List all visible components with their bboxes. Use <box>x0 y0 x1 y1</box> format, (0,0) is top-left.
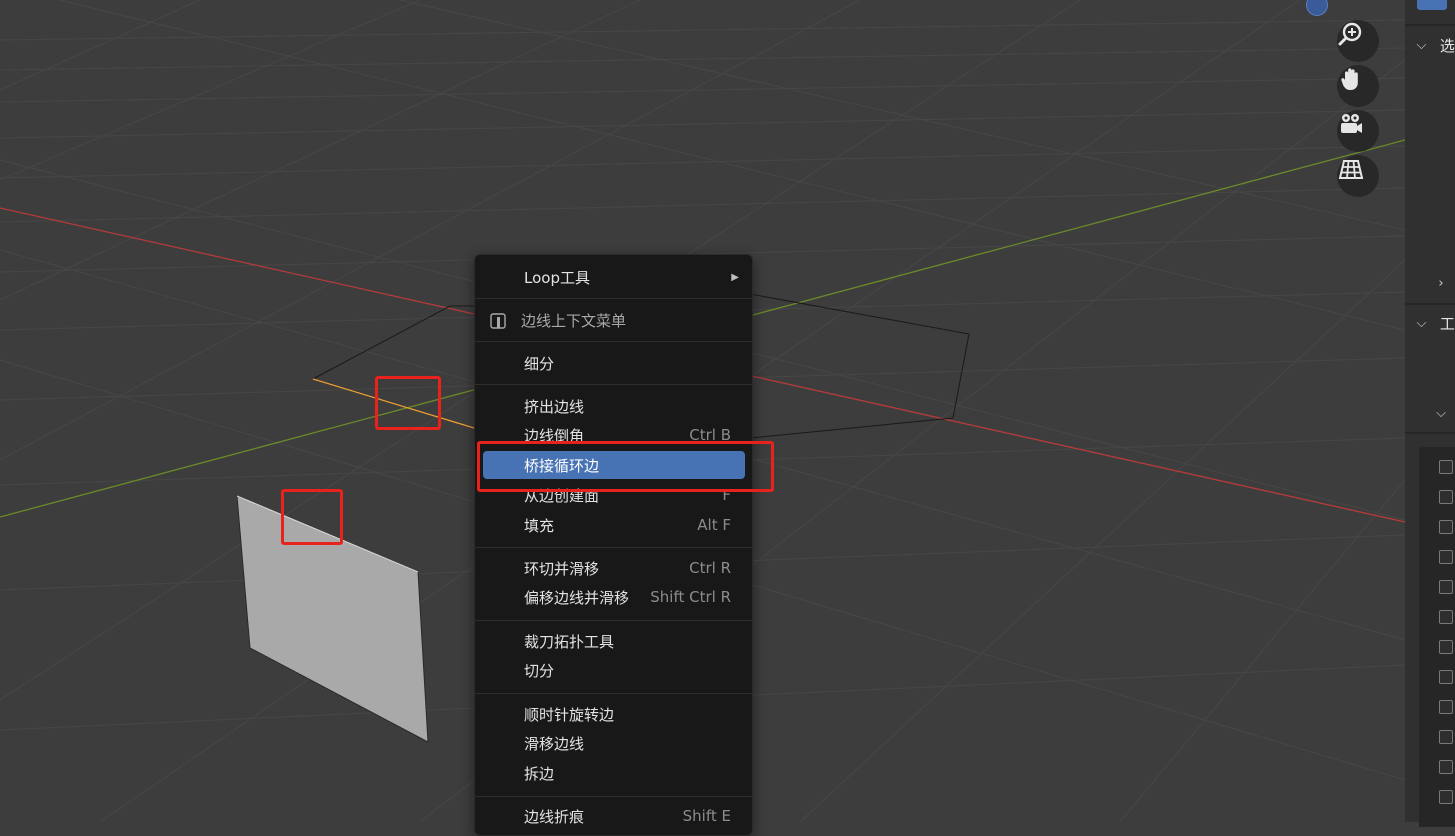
checkbox[interactable] <box>1439 610 1453 624</box>
menu-item-offset-edge-slide[interactable]: 偏移边线并滑移 Shift Ctrl R <box>483 583 745 611</box>
menu-separator <box>475 693 752 694</box>
chevron-down-icon: ⌵ <box>1436 405 1446 421</box>
highlight-box-plane <box>281 489 343 545</box>
menu-item-knife-topology[interactable]: 裁刀拓扑工具 <box>483 627 745 655</box>
menu-item-label: 填充 <box>524 516 555 535</box>
checkbox[interactable] <box>1439 520 1453 534</box>
sidebar-divider <box>1405 303 1455 305</box>
edge-context-menu: Loop工具 ▶ 边线上下文菜单 细分 挤出边线 边线倒角 Ctrl B 桥接循… <box>474 254 753 836</box>
camera-button[interactable] <box>1337 110 1379 152</box>
sidebar-tab[interactable] <box>1417 0 1447 10</box>
edge-menu-icon <box>490 313 506 329</box>
section-header-options[interactable]: ⌵ 选项 <box>1405 32 1455 58</box>
chevron-down-icon: ⌵ <box>1416 37 1427 53</box>
menu-item-shortcut: Shift Ctrl R <box>650 588 731 606</box>
menu-item-label: 边线上下文菜单 <box>521 311 627 330</box>
menu-item-label: 细分 <box>524 354 555 373</box>
menu-item-rotate-edge-cw[interactable]: 顺时针旋转边 <box>483 700 745 728</box>
checkbox[interactable] <box>1439 760 1453 774</box>
checkbox[interactable] <box>1439 550 1453 564</box>
menu-separator <box>475 547 752 548</box>
loop-edge-left[interactable] <box>312 305 474 380</box>
checkbox[interactable] <box>1439 700 1453 714</box>
menu-item-extrude-edges[interactable]: 挤出边线 <box>483 392 745 420</box>
hand-icon <box>1341 68 1358 90</box>
menu-item-label: 拆边 <box>524 764 555 783</box>
menu-item-shortcut: Ctrl R <box>689 559 731 577</box>
menu-item-label: 顺时针旋转边 <box>524 705 615 724</box>
menu-item-loop-cut-slide[interactable]: 环切并滑移 Ctrl R <box>483 554 745 582</box>
menu-item-label: 挤出边线 <box>524 397 585 416</box>
ortho-toggle-button[interactable] <box>1337 155 1379 197</box>
zoom-button[interactable] <box>1337 20 1379 62</box>
menu-separator <box>475 384 752 385</box>
menu-item-edge-crease[interactable]: 边线折痕 Shift E <box>483 802 745 830</box>
checkbox[interactable] <box>1439 460 1453 474</box>
submenu-arrow-icon: ▶ <box>731 271 739 283</box>
menu-separator <box>475 796 752 797</box>
menu-separator <box>475 620 752 621</box>
chevron-down-icon: ⌵ <box>1416 315 1427 331</box>
menu-item-bisect[interactable]: 切分 <box>483 656 745 684</box>
section-title: 工具 <box>1439 314 1455 333</box>
highlight-box-menu-item <box>477 441 774 492</box>
loop-edge-right[interactable] <box>749 293 970 439</box>
menu-separator <box>475 298 752 299</box>
subpanel-expand[interactable]: › <box>1405 270 1455 296</box>
checkbox[interactable] <box>1439 790 1453 804</box>
menu-item-subdivide[interactable]: 细分 <box>483 349 745 377</box>
subpanel-collapse[interactable]: ⌵ <box>1405 400 1455 426</box>
checkbox[interactable] <box>1439 640 1453 654</box>
sidebar-divider <box>1405 432 1455 434</box>
chevron-right-icon: › <box>1438 275 1444 291</box>
grid-view-icon <box>1338 160 1364 179</box>
checkbox[interactable] <box>1439 490 1453 504</box>
menu-item-label: 滑移边线 <box>524 734 585 753</box>
menu-item-shortcut: Alt F <box>697 516 731 534</box>
menu-item-fill[interactable]: 填充 Alt F <box>483 511 745 539</box>
menu-item-edge-split[interactable]: 拆边 <box>483 759 745 787</box>
menu-item-label: Loop工具 <box>524 268 590 287</box>
section-title: 选项 <box>1439 36 1455 55</box>
menu-item-label: 偏移边线并滑移 <box>524 588 630 607</box>
menu-item-label: 环切并滑移 <box>524 559 600 578</box>
menu-item-looptools[interactable]: Loop工具 ▶ <box>483 263 745 291</box>
camera-icon <box>1341 114 1362 133</box>
menu-item-label: 切分 <box>524 661 555 680</box>
highlight-box-edge <box>375 376 441 430</box>
menu-separator <box>475 341 752 342</box>
checkbox[interactable] <box>1439 580 1453 594</box>
checkbox-list <box>1419 447 1455 827</box>
menu-item-label: 边线折痕 <box>524 807 585 826</box>
pan-button[interactable] <box>1337 65 1379 107</box>
checkbox[interactable] <box>1439 730 1453 744</box>
menu-header-edge-context: 边线上下文菜单 <box>483 306 745 334</box>
menu-item-shortcut: Shift E <box>682 807 731 825</box>
menu-item-edge-slide[interactable]: 滑移边线 <box>483 729 745 757</box>
sidebar-panel: ⌵ 选项 › ⌵ 工具 ⌵ <box>1405 0 1455 827</box>
zoom-icon <box>1338 22 1362 46</box>
section-header-tools[interactable]: ⌵ 工具 <box>1405 310 1455 336</box>
menu-item-label: 裁刀拓扑工具 <box>524 632 615 651</box>
checkbox[interactable] <box>1439 670 1453 684</box>
sidebar-divider <box>1405 24 1455 26</box>
